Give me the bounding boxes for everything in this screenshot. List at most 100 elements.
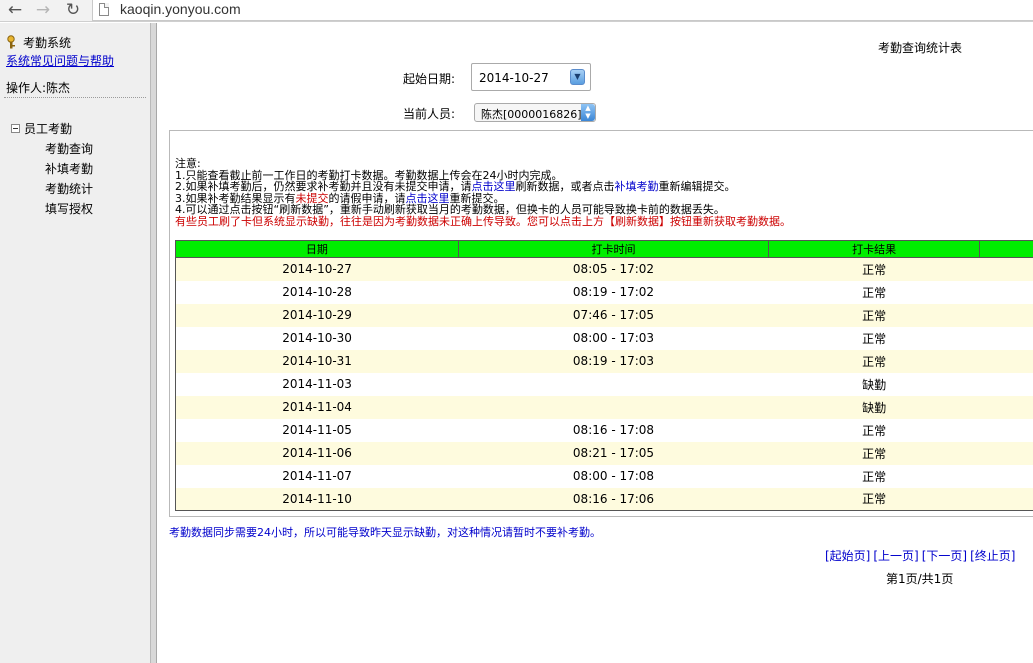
sidebar: 考勤系统 系统常见问题与帮助 操作人:陈杰 员工考勤 考勤查询 补填考勤 考勤统…: [0, 23, 156, 663]
url-text: kaoqin.yonyou.com: [120, 1, 241, 17]
notice-line-2-text-b: 刷新数据，或者点击: [515, 180, 615, 193]
sidebar-item-attendance-query[interactable]: 考勤查询: [45, 140, 93, 157]
fill-attendance-link[interactable]: 补填考勤: [615, 180, 659, 193]
cell-time: [458, 372, 769, 396]
address-bar[interactable]: kaoqin.yonyou.com: [92, 0, 1033, 21]
person-value: 陈杰[0000016826]: [481, 108, 582, 121]
tree-root-label: 员工考勤: [24, 122, 73, 136]
cell-extra: [979, 464, 1033, 488]
column-header-result: 打卡结果: [768, 240, 981, 258]
divider: [4, 97, 146, 98]
cell-time: 08:00 - 17:08: [458, 464, 769, 488]
cell-result: 正常: [768, 303, 980, 327]
page-info: 第1页/共1页: [886, 572, 954, 586]
cell-time: 08:16 - 17:06: [458, 487, 769, 511]
collapse-icon[interactable]: [11, 124, 20, 133]
first-page-link[interactable]: [起始页]: [825, 549, 870, 563]
cell-time: 08:00 - 17:03: [458, 326, 769, 350]
table-row: 2014-11-10 08:16 - 17:06 正常: [175, 487, 1033, 511]
cell-result: 正常: [768, 280, 980, 304]
next-page-link[interactable]: [下一页]: [922, 549, 967, 563]
cell-result: 正常: [768, 349, 980, 373]
cell-result: 缺勤: [768, 395, 980, 419]
chevron-down-icon[interactable]: ▼: [570, 69, 585, 85]
cell-date: 2014-10-29: [175, 303, 459, 327]
sidebar-item-fill-attendance[interactable]: 补填考勤: [45, 160, 93, 177]
prev-page-link[interactable]: [上一页]: [873, 549, 918, 563]
cell-result: 正常: [768, 487, 980, 511]
cell-result: 缺勤: [768, 372, 980, 396]
cell-date: 2014-11-03: [175, 372, 459, 396]
table-row: 2014-10-28 08:19 - 17:02 正常: [175, 280, 1033, 304]
table-row: 2014-10-27 08:05 - 17:02 正常: [175, 257, 1033, 281]
cell-time: 08:16 - 17:08: [458, 418, 769, 442]
cell-extra: [979, 487, 1033, 511]
start-date-picker[interactable]: 2014-10-27 ▼: [471, 63, 591, 91]
notice-warning: 有些员工刷了卡但系统显示缺勤，往往是因为考勤数据未正确上传导致。您可以点击上方【…: [175, 214, 791, 228]
notice-block: 注意: 1.只能查看截止前一工作日的考勤打卡数据。考勤数据上传会在24小时内完成…: [175, 158, 1033, 227]
cell-result: 正常: [768, 441, 980, 465]
browser-toolbar: ← → ↻ kaoqin.yonyou.com: [0, 0, 1033, 22]
start-date-value: 2014-10-27: [479, 71, 549, 85]
person-select[interactable]: 陈杰[0000016826] ▲ ▼: [474, 103, 596, 122]
back-arrow-icon[interactable]: ←: [4, 0, 26, 22]
column-header-extra: [979, 240, 1033, 258]
cell-time: 07:46 - 17:05: [458, 303, 769, 327]
cell-extra: [979, 418, 1033, 442]
cell-result: 正常: [768, 464, 980, 488]
table-row: 2014-11-07 08:00 - 17:08 正常: [175, 464, 1033, 488]
cell-date: 2014-11-06: [175, 441, 459, 465]
cell-time: 08:21 - 17:05: [458, 441, 769, 465]
operator-label: 操作人:陈杰: [6, 81, 71, 95]
cell-time: 08:19 - 17:02: [458, 280, 769, 304]
cell-date: 2014-10-30: [175, 326, 459, 350]
cell-extra: [979, 372, 1033, 396]
table-header-row: 日期 打卡时间 打卡结果: [175, 240, 1033, 258]
notice-line-4: 4.可以通过点击按钮“刷新数据”，重新手动刷新获取当月的考勤数据，但换卡的人员可…: [175, 203, 725, 216]
cell-date: 2014-11-05: [175, 418, 459, 442]
column-header-date: 日期: [175, 240, 459, 258]
key-icon: [7, 35, 15, 49]
cell-date: 2014-11-10: [175, 487, 459, 511]
cell-extra: [979, 349, 1033, 373]
cell-time: 08:19 - 17:03: [458, 349, 769, 373]
cell-time: 08:05 - 17:02: [458, 257, 769, 281]
sidebar-splitter[interactable]: [150, 23, 157, 663]
table-row: 2014-11-03 缺勤: [175, 372, 1033, 396]
cell-result: 正常: [768, 257, 980, 281]
cell-extra: [979, 280, 1033, 304]
attendance-table: 日期 打卡时间 打卡结果 2014-10-27 08:05 - 17:02 正常 2…: [175, 240, 1033, 511]
reload-icon[interactable]: ↻: [62, 0, 84, 22]
tree-root-employee-attendance[interactable]: 员工考勤: [11, 120, 72, 137]
table-row: 2014-11-05 08:16 - 17:08 正常: [175, 418, 1033, 442]
cell-extra: [979, 257, 1033, 281]
forward-arrow-icon[interactable]: →: [32, 0, 54, 22]
notice-heading: 注意:: [175, 157, 201, 170]
table-row: 2014-10-30 08:00 - 17:03 正常: [175, 326, 1033, 350]
report-title: 考勤查询统计表: [878, 41, 963, 55]
cell-date: 2014-10-28: [175, 280, 459, 304]
column-header-time: 打卡时间: [457, 240, 770, 258]
sidebar-item-attendance-stats[interactable]: 考勤统计: [45, 180, 93, 197]
cell-extra: [979, 441, 1033, 465]
cell-extra: [979, 395, 1033, 419]
pagination: [起始页] [上一页] [下一页] [终止页]: [825, 547, 1019, 564]
last-page-link[interactable]: [终止页]: [970, 549, 1015, 563]
start-date-label: 起始日期:: [403, 72, 456, 86]
sync-notice: 考勤数据同步需要24小时，所以可能导致昨天显示缺勤，对这种情况请暂时不要补考勤。: [169, 526, 601, 539]
app-title: 考勤系统: [6, 34, 71, 51]
updown-arrows-icon[interactable]: ▲ ▼: [581, 104, 595, 121]
cell-date: 2014-10-27: [175, 257, 459, 281]
cell-date: 2014-10-31: [175, 349, 459, 373]
table-row: 2014-11-06 08:21 - 17:05 正常: [175, 441, 1033, 465]
sidebar-item-authorization[interactable]: 填写授权: [45, 200, 93, 217]
cell-time: [458, 395, 769, 419]
table-row: 2014-10-29 07:46 - 17:05 正常: [175, 303, 1033, 327]
table-row: 2014-10-31 08:19 - 17:03 正常: [175, 349, 1033, 373]
main-content: 考勤查询统计表 起始日期: 2014-10-27 ▼ 当前人员: 陈杰[0000…: [158, 23, 1033, 663]
app-title-text: 考勤系统: [23, 36, 72, 50]
cell-date: 2014-11-07: [175, 464, 459, 488]
person-label: 当前人员:: [403, 107, 456, 121]
help-link[interactable]: 系统常见问题与帮助: [6, 52, 114, 69]
table-row: 2014-11-04 缺勤: [175, 395, 1033, 419]
